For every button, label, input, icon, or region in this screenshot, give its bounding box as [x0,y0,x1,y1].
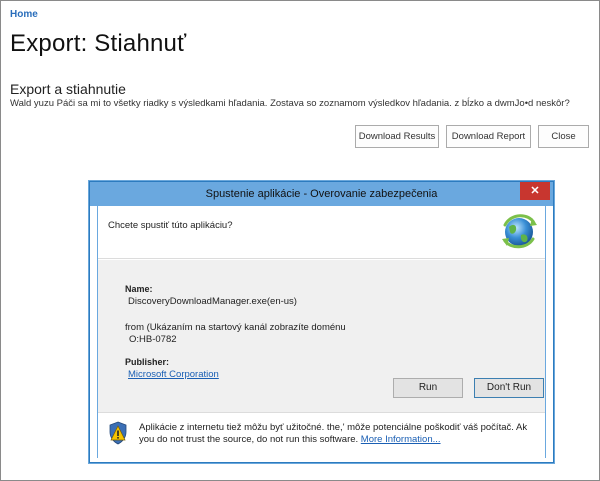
warning-text-line-2-prefix: you do not trust the source, do not run … [139,434,359,445]
dialog-title: Spustenie aplikácie - Overovanie zabezpe… [205,188,438,200]
warning-shield-icon [109,421,127,445]
run-button[interactable]: Run [393,378,463,398]
section-title: Export a stiahnutie [10,81,126,97]
warning-area: Aplikácie z internetu tiež môžu byť užit… [98,412,545,458]
details-area: Name: DiscoveryDownloadManager.exe(en-us… [98,260,545,412]
name-label: Name: [125,284,153,294]
from-value-line-1: from (Ukázaním na startový kanál zobrazí… [125,322,346,333]
publisher-label: Publisher: [125,357,170,367]
page-title: Export: Stiahnuť [10,30,187,57]
download-report-button[interactable]: Download Report [446,125,531,148]
publisher-link[interactable]: Microsoft Corporation [128,369,219,380]
dialog-body: Chcete spustiť túto aplikáciu? Name: Dis… [97,206,546,458]
security-warning-dialog: Spustenie aplikácie - Overovanie zabezpe… [89,181,554,463]
question-text: Chcete spustiť túto aplikáciu? [108,220,233,231]
name-value: DiscoveryDownloadManager.exe(en-us) [128,296,297,307]
dialog-titlebar[interactable]: Spustenie aplikácie - Overovanie zabezpe… [90,182,553,206]
warning-text-line-1: Aplikácie z internetu tiež môžu byť užit… [139,422,528,433]
question-area: Chcete spustiť túto aplikáciu? [98,206,545,259]
download-results-button[interactable]: Download Results [355,125,439,148]
clickonce-app-icon [502,214,537,249]
dont-run-button[interactable]: Don't Run [474,378,544,398]
warning-text-line-2: you do not trust the source, do not run … [139,434,441,445]
close-icon[interactable]: ✕ [520,182,550,200]
close-button[interactable]: Close [538,125,589,148]
from-value-line-2: O:HB-0782 [129,334,177,345]
section-description: Wald yuzu Páči sa mi to všetky riadky s … [10,98,570,109]
more-information-link[interactable]: More Information... [361,434,441,445]
home-link[interactable]: Home [10,9,38,20]
